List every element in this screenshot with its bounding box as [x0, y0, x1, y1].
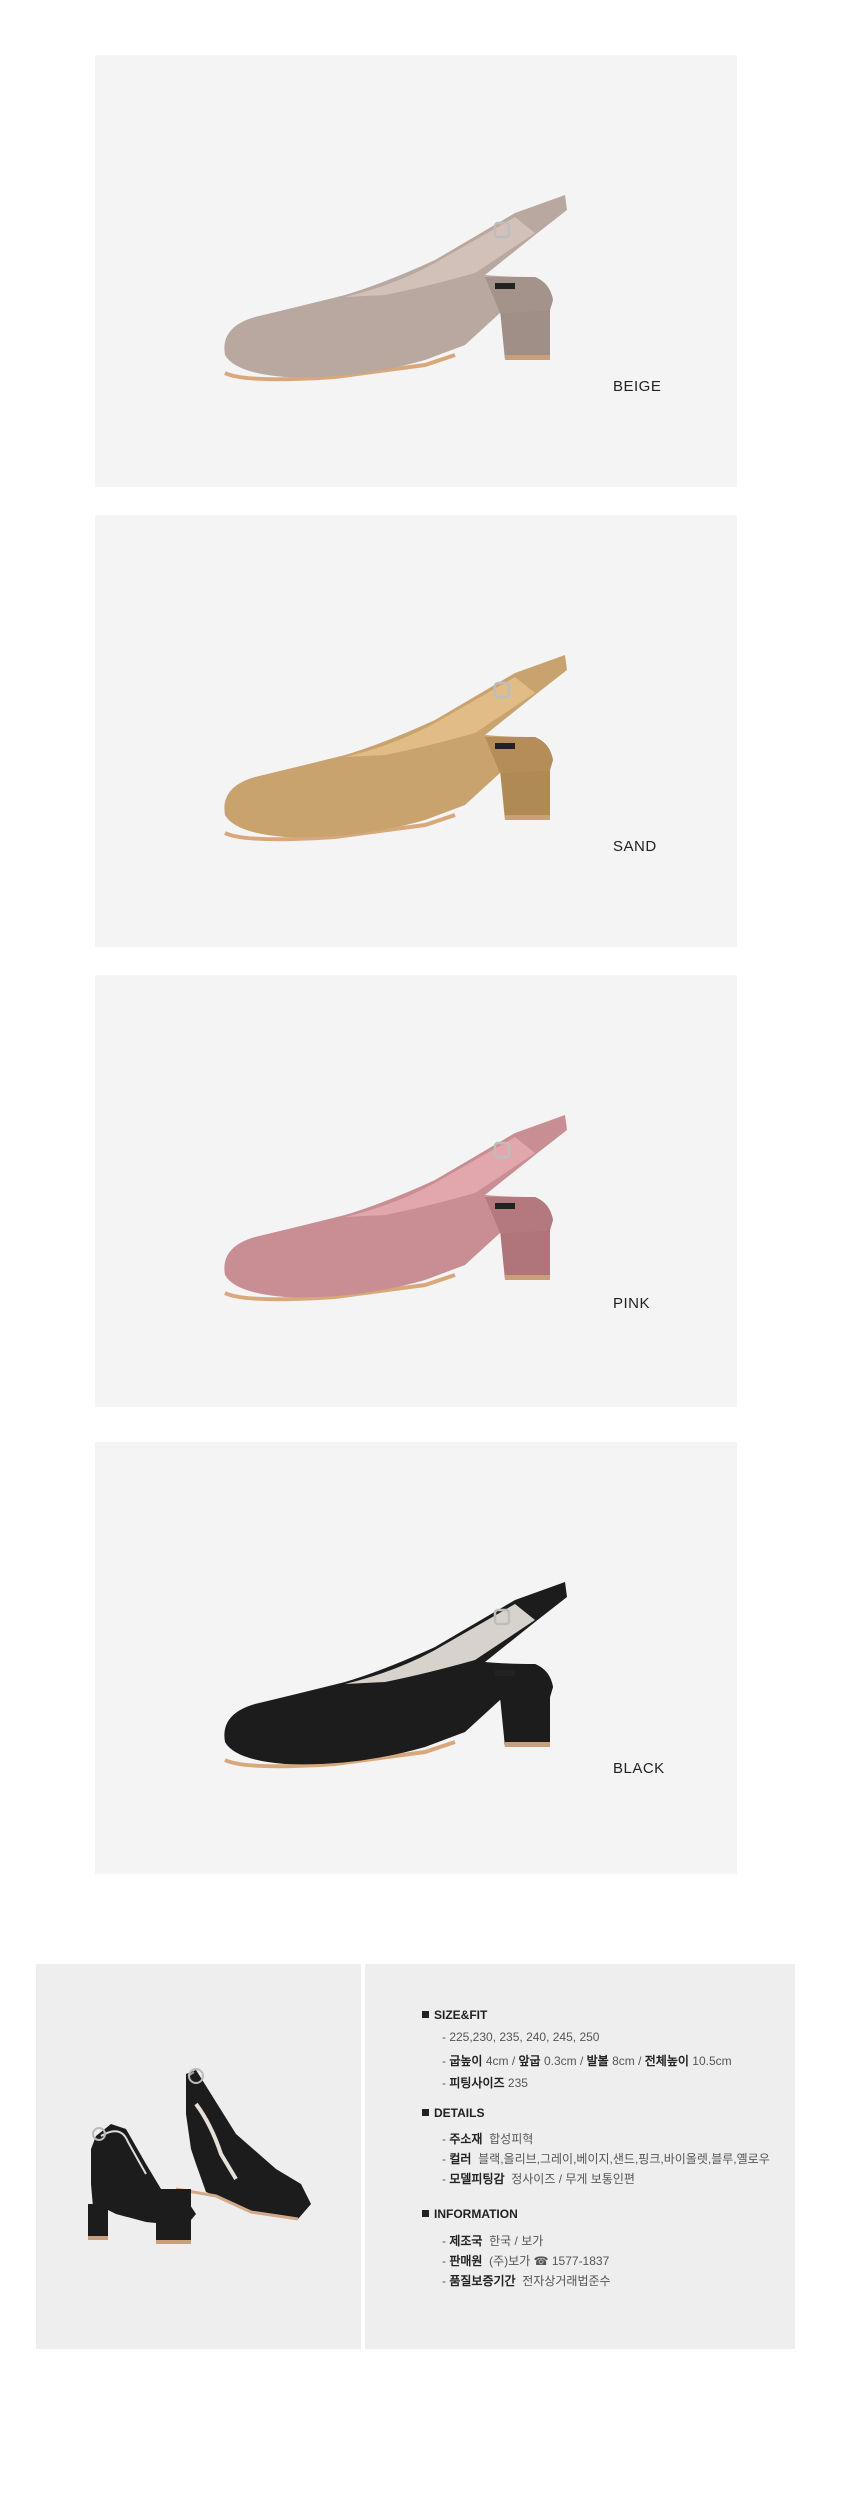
material-line: - 주소재 합성피혁 — [442, 2132, 534, 2146]
color-label-pink: PINK — [613, 1295, 651, 1312]
color-value: 블랙,올리브,그레이,베이지,샌드,핑크,바이올렛,블루,옐로우 — [478, 2152, 770, 2166]
details-title: DETAILS — [422, 2106, 484, 2120]
model-label: 모델피팅감 — [449, 2172, 505, 2186]
pink-shoe-image — [224, 1115, 567, 1302]
model-value: 정사이즈 / 무게 보통인편 — [511, 2172, 635, 2186]
square-bullet-icon — [422, 2109, 429, 2116]
info-divider — [361, 1964, 365, 2349]
front-label: 앞굽 — [518, 2054, 541, 2068]
sand-shoe-image — [224, 655, 567, 842]
square-bullet-icon — [422, 2210, 429, 2217]
seller-line: - 판매원 (주)보가 ☎ 1577-1837 — [442, 2254, 610, 2268]
total-label: 전체높이 — [644, 2054, 689, 2068]
product-panel-beige: BEIGE — [95, 55, 737, 487]
origin-line: - 제조국 한국 / 보가 — [442, 2234, 544, 2248]
measurements-line: - 굽높이 4cm / 앞굽 0.3cm / 발볼 8cm / 전체높이 10.… — [442, 2054, 732, 2068]
ball-value: 8cm — [612, 2054, 635, 2068]
heel-value: 4cm — [485, 2054, 509, 2068]
seller-value: (주)보가 ☎ 1577-1837 — [489, 2254, 610, 2268]
product-panel-black: BLACK — [95, 1442, 737, 1874]
product-panel-sand: SAND — [95, 515, 737, 947]
ball-label: 발볼 — [586, 2054, 609, 2068]
total-value: 10.5cm — [692, 2054, 732, 2068]
black-shoe-image — [224, 1582, 567, 1769]
fitting-line: - 피팅사이즈 235 — [442, 2076, 528, 2090]
color-label: 컬러 — [449, 2152, 472, 2166]
details-title-text: DETAILS — [434, 2106, 485, 2120]
heel-label: 굽높이 — [449, 2054, 483, 2068]
size-fit-title-text: SIZE&FIT — [434, 2008, 488, 2022]
product-info-box: SIZE&FIT - 225,230, 235, 240, 245, 250 -… — [36, 1964, 795, 2349]
information-title: INFORMATION — [422, 2207, 518, 2221]
color-label-sand: SAND — [613, 838, 657, 855]
warranty-label: 품질보증기간 — [449, 2274, 516, 2288]
size-fit-title: SIZE&FIT — [422, 2008, 487, 2022]
color-label-black: BLACK — [613, 1760, 665, 1777]
black-shoe-pair-image — [88, 2068, 311, 2244]
beige-shoe-image — [224, 195, 567, 382]
model-line: - 모델피팅감 정사이즈 / 무게 보통인편 — [442, 2172, 635, 2186]
sizes-line: - 225,230, 235, 240, 245, 250 — [442, 2030, 600, 2044]
information-title-text: INFORMATION — [434, 2207, 518, 2221]
warranty-value: 전자상거래법준수 — [522, 2274, 611, 2288]
fitting-value: 235 — [507, 2076, 528, 2090]
color-line: - 컬러 블랙,올리브,그레이,베이지,샌드,핑크,바이올렛,블루,옐로우 — [442, 2152, 770, 2166]
fitting-label: 피팅사이즈 — [449, 2076, 505, 2090]
warranty-line: - 품질보증기간 전자상거래법준수 — [442, 2274, 611, 2288]
material-label: 주소재 — [449, 2132, 483, 2146]
material-value: 합성피혁 — [489, 2132, 534, 2146]
origin-label: 제조국 — [449, 2234, 483, 2248]
front-value: 0.3cm — [543, 2054, 577, 2068]
origin-value: 한국 / 보가 — [489, 2234, 544, 2248]
square-bullet-icon — [422, 2011, 429, 2018]
product-panel-pink: PINK — [95, 975, 737, 1407]
seller-label: 판매원 — [449, 2254, 483, 2268]
color-label-beige: BEIGE — [613, 378, 662, 395]
